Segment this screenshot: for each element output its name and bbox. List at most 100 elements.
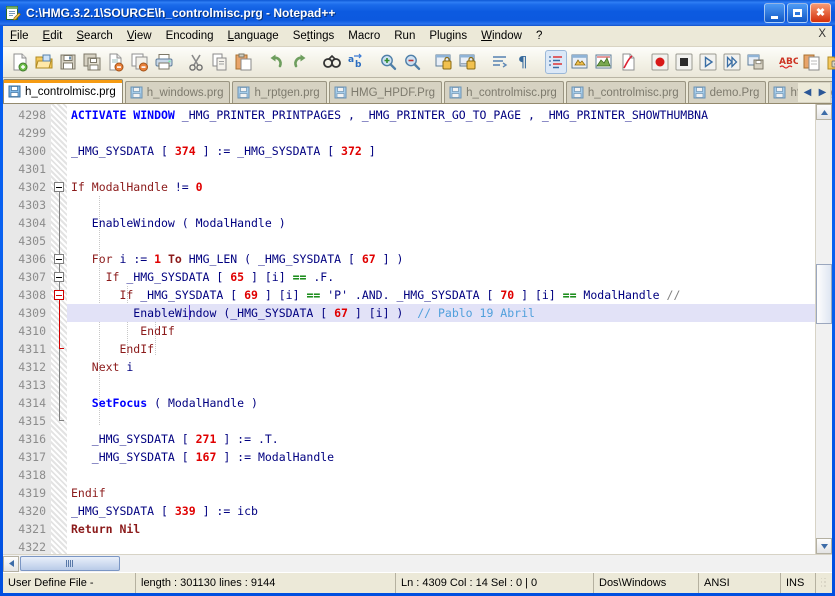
text-editor[interactable]: 4298 4299 4300 4301 4302 4303 4304 4305 … [3,104,815,554]
close-all-icon[interactable] [129,50,151,74]
close-button[interactable]: ✖ [810,3,831,23]
menu-settings[interactable]: Settings [286,28,342,45]
tab-scroll-left-button[interactable]: ◀ [800,84,815,101]
menu-help[interactable]: ? [529,28,549,45]
fold-row [51,412,67,430]
line-number: 4299 [18,126,46,140]
saved-file-icon [773,86,786,99]
find-icon[interactable] [321,50,343,74]
code-line-4306: For i := 1 To HMG_LEN ( _HMG_SYSDATA [ 6… [71,252,404,266]
copy-styled-text-icon[interactable] [801,50,823,74]
close-file-icon[interactable] [105,50,127,74]
fold-row [51,268,67,286]
macro-record-icon[interactable] [649,50,671,74]
menu-edit[interactable]: Edit [36,28,70,45]
scroll-left-button[interactable] [3,555,19,572]
code-line-4317: _HMG_SYSDATA [ 167 ] := ModalHandle [71,450,335,464]
spell-check-icon[interactable]: ABC [777,50,799,74]
print-icon[interactable] [153,50,175,74]
macro-play-multiple-icon[interactable] [721,50,743,74]
window-resize-grip[interactable] [816,573,832,593]
new-file-icon[interactable] [9,50,31,74]
show-document-map-icon[interactable] [593,50,615,74]
vertical-scrollbar[interactable] [815,104,832,554]
scroll-down-button[interactable] [816,538,832,554]
maximize-button[interactable] [787,3,808,23]
code-text-area[interactable]: ACTIVATE WINDOW _HMG_PRINTER_PRINTPAGES … [67,104,815,554]
cut-icon[interactable] [185,50,207,74]
menu-plugins[interactable]: Plugins [422,28,474,45]
fold-row [51,484,67,502]
fold-collapse-box-4302[interactable] [54,182,64,192]
zoom-out-icon[interactable] [401,50,423,74]
line-number: 4317 [18,450,46,464]
tab-h-windows-prg[interactable]: h_windows.prg [124,81,231,103]
open-file-icon[interactable] [33,50,55,74]
fold-row [51,232,67,250]
fold-row [51,448,67,466]
tab-h-controlmisc-prg-1[interactable]: h_controlmisc.prg [3,79,123,103]
tab-scroll-right-button[interactable]: ▶ [815,84,830,101]
menu-encoding[interactable]: Encoding [159,28,221,45]
code-folding-margin[interactable] [51,104,67,554]
line-number: 4300 [18,144,46,158]
paste-icon[interactable] [233,50,255,74]
line-number: 4305 [18,234,46,248]
fold-row [51,214,67,232]
menu-window[interactable]: Window [474,28,529,45]
tab-demo-prg[interactable]: demo.Prg [687,81,767,103]
horizontal-scrollbar[interactable] [3,554,832,572]
code-line-4316: _HMG_SYSDATA [ 271 ] := .T. [71,432,279,446]
code-line-4304: EnableWindow ( ModalHandle ) [71,216,286,230]
menu-macro[interactable]: Macro [341,28,387,45]
fold-collapse-box-4308[interactable] [54,290,64,300]
code-line-4308: If _HMG_SYSDATA [ 69 ] [i] == 'P' .AND. … [71,288,681,302]
zoom-in-icon[interactable] [377,50,399,74]
scroll-up-button[interactable] [816,104,832,120]
show-indent-guide-icon[interactable] [545,50,567,74]
menu-language[interactable]: Language [221,28,286,45]
line-number: 4315 [18,414,46,428]
code-line-4302: If ModalHandle != 0 [71,180,203,194]
tab-h-controlmisc-prg-2[interactable]: h_controlmisc.prg [444,81,564,103]
macro-stop-icon[interactable] [673,50,695,74]
status-document-type: User Define File - [3,573,136,593]
replace-icon[interactable]: a b [345,50,367,74]
horizontal-scrollbar-thumb[interactable] [20,556,120,571]
minimize-button[interactable] [764,3,785,23]
save-icon[interactable] [57,50,79,74]
tab-h-rptgen-prg[interactable]: h_rptgen.prg [232,81,327,103]
sync-horizontal-scroll-icon[interactable] [457,50,479,74]
code-line-4300: _HMG_SYSDATA [ 374 ] := _HMG_SYSDATA [ 3… [71,144,376,158]
resize-grip-icon [821,577,827,589]
close-document-button[interactable]: X [818,28,826,40]
sync-vertical-scroll-icon[interactable] [433,50,455,74]
copy-icon[interactable] [209,50,231,74]
line-number: 4303 [18,198,46,212]
menu-view[interactable]: View [120,28,159,45]
user-defined-dialog-icon[interactable] [569,50,591,74]
save-all-icon[interactable] [81,50,103,74]
fold-row [51,286,67,304]
undo-icon[interactable] [265,50,287,74]
show-all-characters-icon[interactable]: ¶ [513,50,535,74]
line-number: 4309 [18,306,46,320]
vertical-scrollbar-thumb[interactable] [816,264,832,324]
fold-collapse-box-4307[interactable] [54,272,64,282]
fold-collapse-box-4306[interactable] [54,254,64,264]
menu-file[interactable]: File [3,28,36,45]
tab-h-controlmisc-prg-3[interactable]: h_controlmisc.prg [565,81,686,103]
redo-icon[interactable] [289,50,311,74]
menu-run[interactable]: Run [387,28,422,45]
code-line-4314: SetFocus ( ModalHandle ) [71,396,258,410]
macro-play-icon[interactable] [697,50,719,74]
macro-save-icon[interactable] [745,50,767,74]
menu-search[interactable]: Search [69,28,119,45]
function-list-icon[interactable] [617,50,639,74]
folder-as-workspace-icon[interactable] [825,50,835,74]
word-wrap-icon[interactable] [489,50,511,74]
tab-hmg-hpdf-prg[interactable]: HMG_HPDF.Prg [328,81,443,103]
